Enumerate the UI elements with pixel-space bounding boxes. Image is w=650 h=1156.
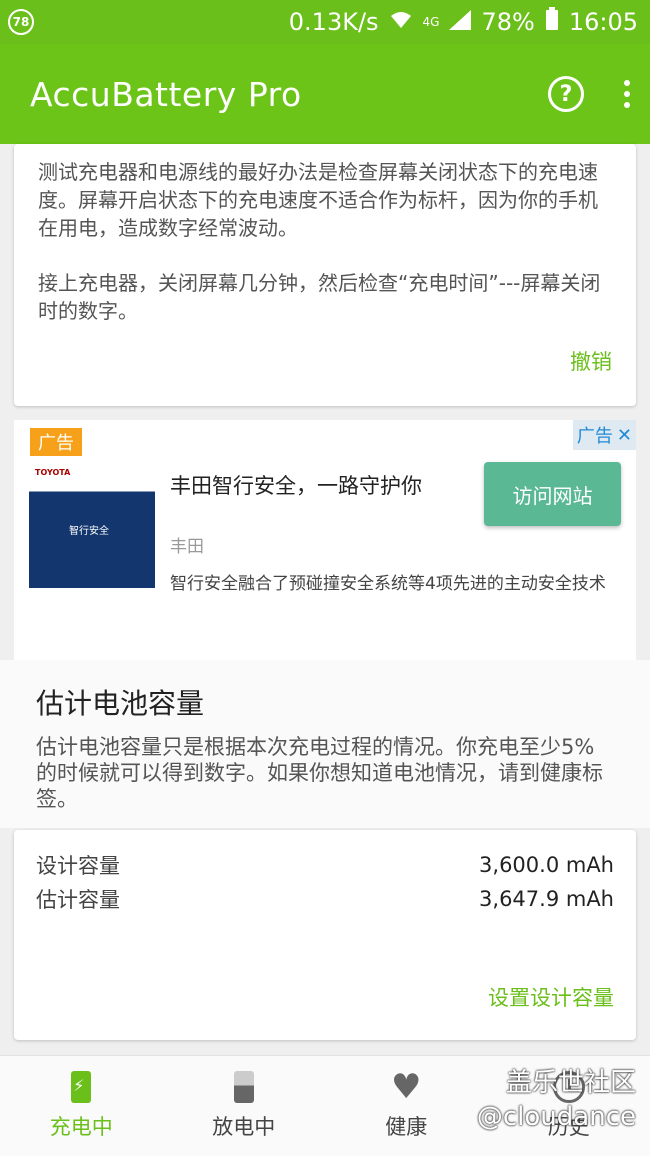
estimated-capacity-label: 估计容量: [36, 888, 120, 912]
ad-banner[interactable]: 广告 广告 ✕ TOYOTA 智行安全 丰田智行安全，一路守护你 丰田 智行安全…: [14, 420, 636, 660]
ad-image[interactable]: TOYOTA 智行安全: [29, 464, 155, 588]
section-title: 估计电池容量: [36, 687, 205, 720]
tip-paragraph-1: 测试充电器和电源线的最好办法是检查屏幕关闭状态下的充电速度。屏幕开启状态下的充电…: [38, 160, 598, 240]
toyota-logo: TOYOTA: [35, 468, 71, 477]
capacity-card: 设计容量 3,600.0 mAh 估计容量 3,647.9 mAh 设置设计容量: [14, 830, 636, 1040]
clock: 16:05: [568, 8, 638, 36]
notification-badge: 78: [8, 9, 34, 35]
watermark-line-2: @cloudance: [476, 1102, 636, 1132]
ad-description: 智行安全融合了预碰撞安全系统等4项先进的主动安全技术: [170, 574, 606, 594]
app-actions: ?: [548, 76, 630, 112]
capacity-section: 估计电池容量 估计电池容量只是根据本次充电过程的情况。你充电至少5%的时候就可以…: [0, 660, 650, 828]
signal-icon: [449, 8, 472, 36]
visit-site-button[interactable]: 访问网站: [484, 462, 621, 526]
ad-choices[interactable]: 广告 ✕: [572, 420, 636, 450]
nav-label: 充电中: [49, 1115, 113, 1139]
tip-paragraph-2: 接上充电器，关闭屏幕几分钟，然后检查“充电时间”---屏幕关闭时的数字。: [38, 271, 601, 323]
network-type: 4G: [422, 15, 440, 29]
status-bar: 78 0.13K/s 4G 78% 16:05: [0, 0, 650, 44]
help-circle-icon[interactable]: ?: [548, 76, 584, 112]
watermark: 盖乐世社区 @cloudance: [477, 1066, 636, 1134]
wifi-icon: [389, 8, 413, 36]
status-icons: 0.13K/s 4G 78% 16:05: [289, 7, 638, 37]
battery-charging-icon: [71, 1071, 92, 1103]
network-speed: 0.13K/s: [288, 8, 379, 36]
nav-discharging[interactable]: 放电中: [163, 1056, 326, 1156]
undo-button[interactable]: 撤销: [570, 346, 612, 376]
nav-label: 健康: [385, 1115, 428, 1139]
ad-image-text: 智行安全: [69, 526, 109, 537]
design-capacity-value: 3,600.0 mAh: [479, 853, 614, 877]
section-description: 估计电池容量只是根据本次充电过程的情况。你充电至少5%的时候就可以得到数字。如果…: [36, 735, 603, 811]
estimated-capacity-value: 3,647.9 mAh: [479, 887, 614, 911]
heart-icon: ♥: [391, 1067, 422, 1107]
tip-card: 测试充电器和电源线的最好办法是检查屏幕关闭状态下的充电速度。屏幕开启状态下的充电…: [14, 144, 636, 406]
set-design-capacity-button[interactable]: 设置设计容量: [488, 982, 614, 1012]
ad-brand: 丰田: [170, 537, 204, 557]
battery-icon: [233, 1071, 254, 1103]
capacity-row: 设计容量 3,600.0 mAh: [36, 848, 614, 882]
capacity-row: 估计容量 3,647.9 mAh: [36, 882, 614, 916]
nav-label: 放电中: [212, 1115, 276, 1139]
battery-percent: 78%: [481, 8, 535, 36]
ad-title[interactable]: 丰田智行安全，一路守护你: [170, 470, 422, 500]
app-title: AccuBattery Pro: [30, 74, 302, 114]
nav-health[interactable]: ♥ 健康: [325, 1056, 488, 1156]
watermark-line-1: 盖乐世社区: [505, 1068, 636, 1098]
more-vert-icon[interactable]: [624, 80, 630, 108]
app-bar: AccuBattery Pro ?: [0, 44, 650, 144]
ad-tag: 广告: [30, 428, 82, 456]
nav-charging[interactable]: 充电中: [0, 1056, 163, 1156]
close-icon[interactable]: ✕: [617, 425, 632, 446]
battery-status-icon: [545, 7, 559, 37]
ad-tag-right: 广告: [576, 426, 613, 447]
design-capacity-label: 设计容量: [36, 854, 120, 878]
